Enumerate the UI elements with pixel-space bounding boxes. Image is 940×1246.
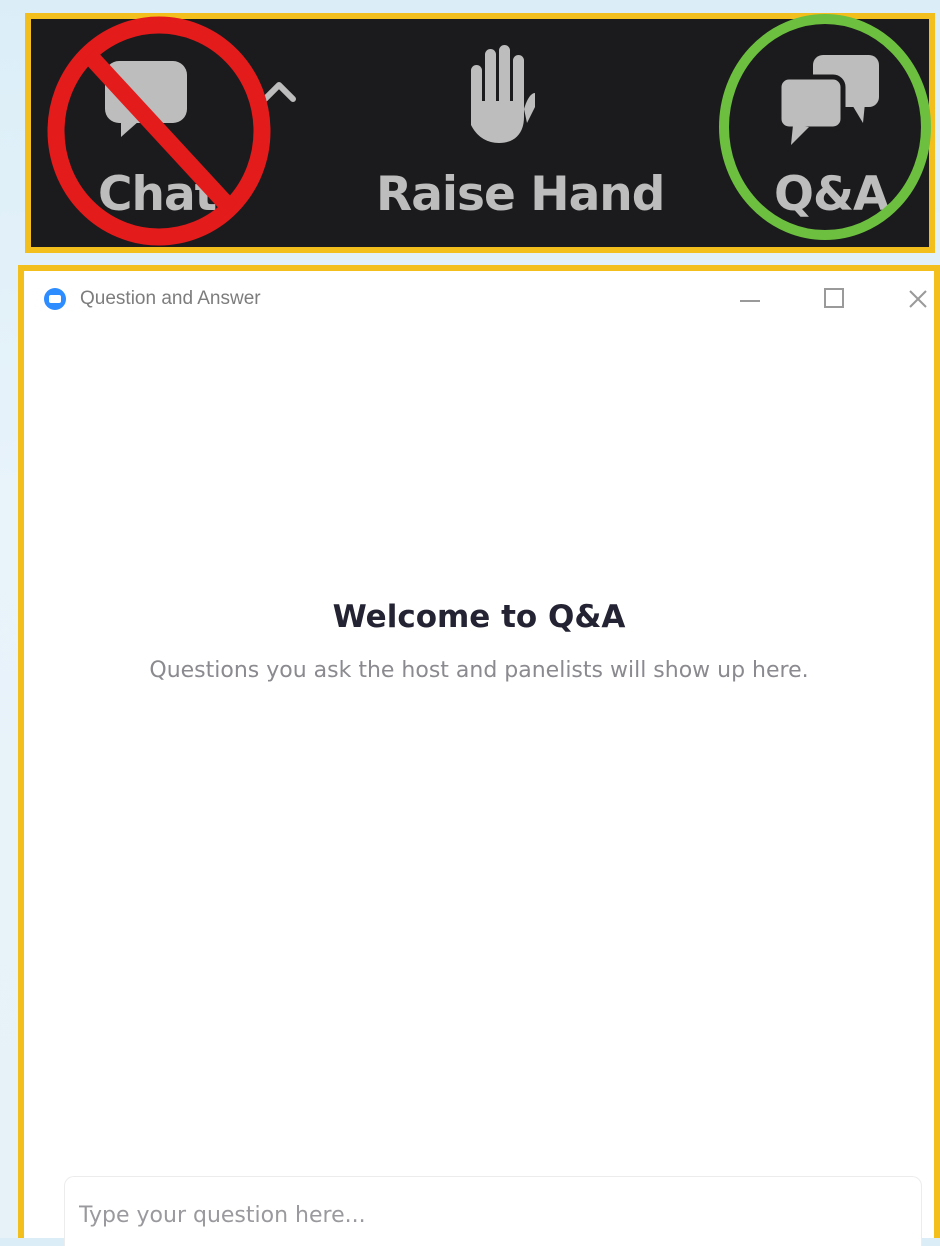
- qa-window: Question and Answer Welcome to Q&A Quest…: [18, 265, 940, 1246]
- chat-button[interactable]: Chat: [31, 16, 361, 247]
- welcome-subtitle: Questions you ask the host and panelists…: [149, 658, 809, 683]
- highlight-circle-icon: [719, 14, 931, 240]
- welcome-title: Welcome to Q&A: [332, 599, 626, 635]
- welcome-panel: Welcome to Q&A Questions you ask the hos…: [24, 593, 934, 687]
- raise-hand-label: Raise Hand: [376, 167, 665, 222]
- title-bar: Question and Answer: [24, 271, 934, 319]
- question-input[interactable]: [65, 1177, 921, 1246]
- close-icon[interactable]: [898, 279, 938, 317]
- hand-icon: [471, 45, 535, 143]
- window-title: Question and Answer: [80, 288, 261, 309]
- question-input-box: [64, 1176, 922, 1246]
- raise-hand-button[interactable]: Raise Hand: [361, 19, 665, 247]
- zoom-logo-icon: [44, 288, 66, 310]
- qa-button[interactable]: Q&A: [711, 14, 935, 247]
- meeting-toolbar: Chat Raise Hand Q&A: [25, 13, 935, 253]
- maximize-icon[interactable]: [814, 279, 854, 317]
- minimize-icon[interactable]: [730, 279, 770, 317]
- prohibited-circle-icon: [47, 16, 271, 246]
